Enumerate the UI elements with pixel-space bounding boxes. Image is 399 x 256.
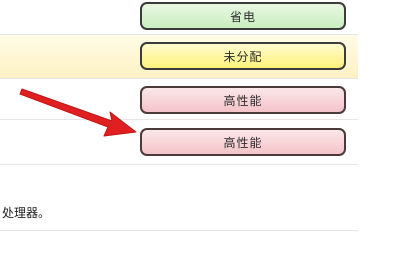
plan-button-unassigned[interactable]: 未分配 (140, 42, 346, 70)
plan-button-power-saver[interactable]: 省电 (140, 2, 346, 30)
bottom-divider (0, 230, 358, 231)
row-divider (0, 164, 358, 165)
description-text: 处理器。 (2, 206, 51, 220)
power-plan-panel: 省电 未分配 高性能 高性能 处理器。 (0, 0, 399, 256)
plan-button-high-performance-2[interactable]: 高性能 (140, 128, 346, 156)
plan-button-high-performance-1[interactable]: 高性能 (140, 86, 346, 114)
